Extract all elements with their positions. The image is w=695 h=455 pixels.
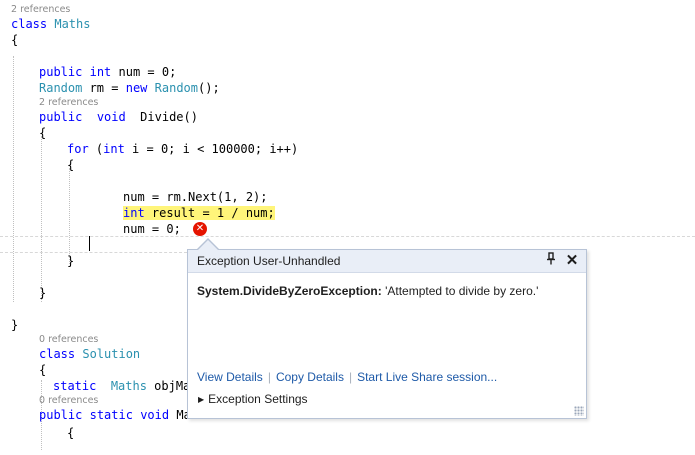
code-text: ( — [88, 142, 104, 156]
keyword: class — [39, 347, 76, 361]
indent-guide — [69, 168, 70, 264]
indent-guide — [41, 136, 42, 302]
expand-arrow-icon: ▶ — [198, 395, 205, 404]
current-line-indicator — [0, 236, 695, 237]
code-line-static-field: static Maths objMa — [53, 378, 190, 394]
link-separator: | — [267, 370, 271, 384]
current-statement-highlight: int result = 1 / num; — [123, 206, 275, 220]
type-name: Maths — [54, 17, 91, 31]
code-line-reset: num = 0; — [123, 222, 181, 236]
codelens-references[interactable]: 0 references — [39, 334, 98, 346]
keyword: for — [67, 142, 89, 156]
code-text: i = 0; i < 100000; i++) — [124, 142, 299, 156]
keyword: public — [39, 110, 83, 124]
code-text: rm = — [82, 81, 126, 95]
pin-icon-glyph — [547, 252, 555, 265]
code-line-brace: } — [39, 286, 47, 300]
code-line-class-maths: class Maths — [11, 16, 90, 32]
code-line-main-method: public static void Ma — [39, 407, 191, 423]
code-line-class-solution: class Solution — [39, 346, 140, 362]
error-icon[interactable]: ✕ — [193, 222, 207, 236]
code-line-brace: { — [39, 363, 47, 377]
indent-guide — [13, 56, 14, 302]
type-name: Random — [154, 81, 198, 95]
view-details-link[interactable]: View Details — [197, 370, 263, 384]
copy-details-link[interactable]: Copy Details — [276, 370, 344, 384]
keyword: int — [89, 65, 112, 79]
keyword: static — [89, 408, 133, 422]
link-separator: | — [348, 370, 353, 384]
keyword: new — [125, 81, 148, 95]
keyword: class — [11, 17, 48, 31]
code-text: objMa — [146, 379, 191, 393]
code-line-brace: } — [67, 254, 75, 268]
codelens-references[interactable]: 0 references — [39, 395, 98, 407]
keyword: int — [123, 206, 145, 220]
exception-settings-toggle[interactable]: ▶ Exception Settings — [198, 392, 308, 406]
codelens-references[interactable]: 2 references — [39, 97, 98, 109]
exception-text: 'Attempted to divide by zero.' — [381, 284, 539, 298]
code-line-next: num = rm.Next(1, 2); — [123, 190, 268, 204]
codelens-references[interactable]: 2 references — [11, 4, 70, 16]
code-text: (); — [198, 81, 220, 95]
popup-title: Exception User-Unhandled — [197, 254, 341, 268]
code-line-brace: { — [11, 33, 19, 47]
keyword: void — [96, 110, 126, 124]
code-line-current-statement: int result = 1 / num; — [123, 205, 275, 221]
code-line-brace: { — [39, 126, 47, 140]
close-icon[interactable]: ✕ — [564, 251, 580, 270]
method-name: Divide() — [140, 110, 198, 124]
current-line-indicator — [0, 252, 187, 253]
live-share-link[interactable]: Start Live Share session... — [357, 370, 497, 384]
code-line-random-field: Random rm = new Random(); — [39, 80, 220, 96]
code-line-brace: { — [67, 426, 75, 440]
code-line-for-loop: for (int i = 0; i < 100000; i++) — [67, 141, 298, 157]
code-text: result = 1 / num; — [144, 206, 275, 220]
keyword: public — [39, 408, 83, 422]
pin-icon[interactable] — [544, 252, 558, 270]
keyword: public — [39, 65, 83, 79]
type-name: Random — [39, 81, 83, 95]
code-line-brace: } — [11, 318, 19, 332]
popup-pointer-fill — [198, 240, 218, 250]
exception-type: System.DivideByZeroException: — [197, 284, 382, 298]
keyword: static — [53, 379, 97, 393]
code-line-brace: { — [67, 158, 75, 172]
code-text: num = 0; — [111, 65, 177, 79]
exception-message: System.DivideByZeroException: 'Attempted… — [197, 284, 538, 298]
exception-popup: Exception User-Unhandled ✕ System.Divide… — [187, 249, 587, 419]
keyword: void — [140, 408, 170, 422]
text-caret — [89, 236, 90, 251]
popup-header: Exception User-Unhandled ✕ — [188, 250, 586, 273]
exception-settings-label: Exception Settings — [208, 392, 308, 406]
keyword: int — [103, 142, 125, 156]
type-name: Solution — [82, 347, 141, 361]
type-name: Maths — [110, 379, 147, 393]
resize-grip-icon[interactable] — [574, 406, 584, 416]
popup-links: View Details | Copy Details | Start Live Sha… — [197, 370, 497, 384]
code-line-num-field: public int num = 0; — [39, 64, 176, 80]
code-line-divide-method: public void Divide() — [39, 109, 198, 125]
